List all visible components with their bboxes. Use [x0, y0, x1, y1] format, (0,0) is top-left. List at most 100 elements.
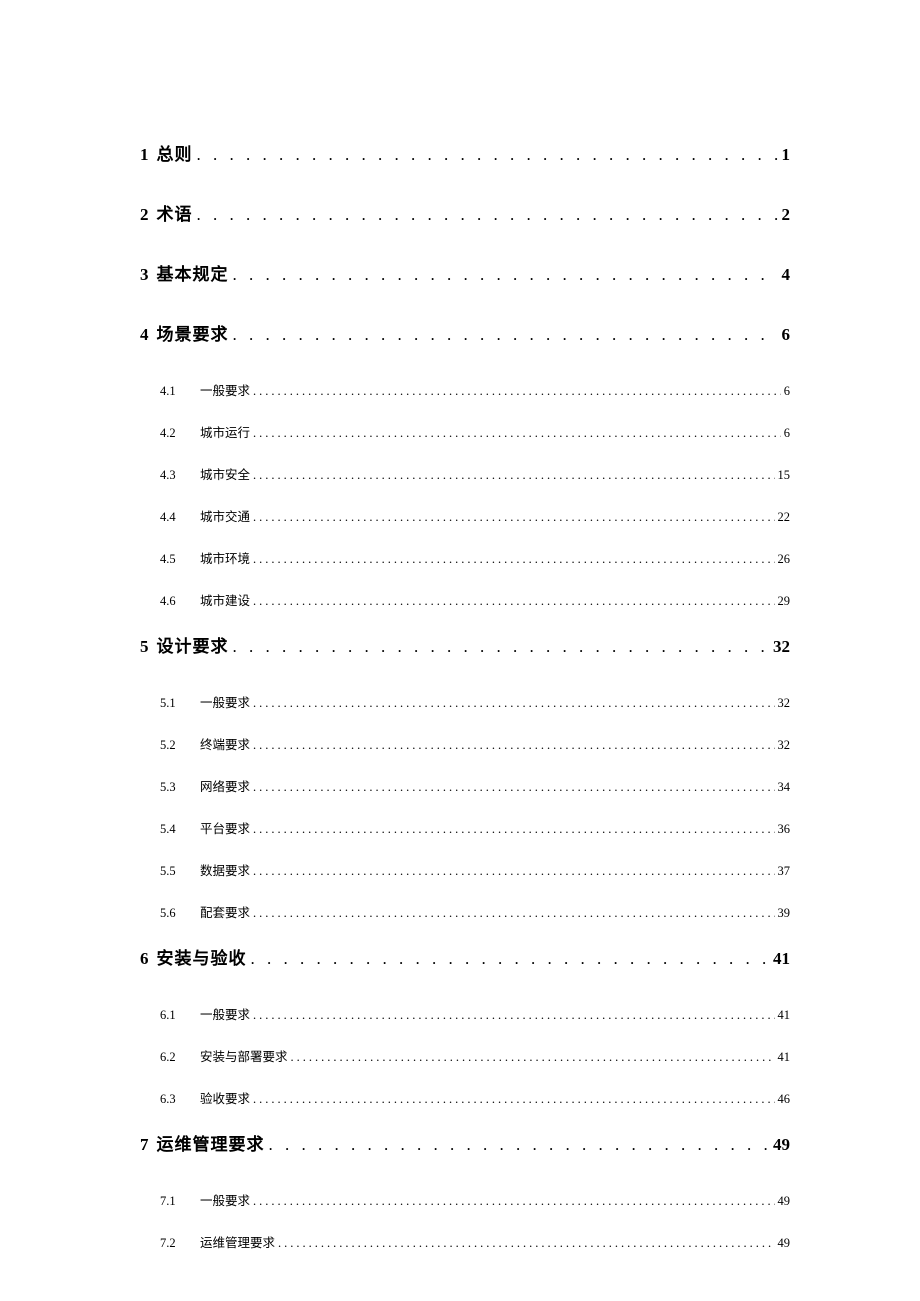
toc-entry-leader: ........................................… — [253, 864, 774, 879]
toc-entry-title: 一般要求 — [200, 1004, 250, 1023]
toc-entry-number: 3 — [140, 265, 149, 285]
toc-entry-page: 32 — [773, 637, 790, 657]
toc-entry-page: 34 — [778, 780, 791, 795]
toc-entry-title: 一般要求 — [200, 692, 250, 711]
toc-entry-number: 5.2 — [160, 738, 200, 753]
toc-entry-leader: . . . . . . . . . . . . . . . . . . . . … — [269, 1135, 770, 1155]
toc-entry-level1: 1 总则. . . . . . . . . . . . . . . . . . .… — [140, 140, 790, 165]
toc-entry-level2: 5.5数据要求.................................… — [140, 860, 790, 879]
toc-entry-number: 4.4 — [160, 510, 200, 525]
toc-entry-number: 5.5 — [160, 864, 200, 879]
toc-entry-level2: 5.3网络要求.................................… — [140, 776, 790, 795]
toc-entry-page: 46 — [778, 1092, 791, 1107]
toc-subsection-group: 5.1一般要求.................................… — [140, 692, 790, 921]
toc-entry-page: 22 — [778, 510, 791, 525]
toc-entry-number: 6.2 — [160, 1050, 200, 1065]
toc-entry-title: 数据要求 — [200, 860, 250, 879]
toc-entry-leader: ........................................… — [291, 1050, 775, 1065]
toc-entry-title: 运维管理要求 — [200, 1232, 275, 1251]
toc-entry-level2: 4.4城市交通.................................… — [140, 506, 790, 525]
toc-entry-level2: 5.6配套要求.................................… — [140, 902, 790, 921]
toc-entry-leader: ........................................… — [253, 510, 774, 525]
toc-entry-leader: . . . . . . . . . . . . . . . . . . . . … — [197, 205, 778, 225]
toc-entry-number: 5.4 — [160, 822, 200, 837]
toc-entry-page: 49 — [778, 1194, 791, 1209]
toc-entry-leader: ........................................… — [278, 1236, 774, 1251]
toc-entry-title: 总则 — [157, 140, 193, 165]
toc-entry-page: 37 — [778, 864, 791, 879]
toc-entry-number: 2 — [140, 205, 149, 225]
toc-entry-level1: 3基本规定. . . . . . . . . . . . . . . . . .… — [140, 260, 790, 285]
toc-entry-number: 6 — [140, 949, 149, 969]
toc-entry-title: 场景要求 — [157, 320, 229, 345]
toc-entry-page: 32 — [778, 738, 791, 753]
toc-entry-page: 36 — [778, 822, 791, 837]
toc-entry-page: 1 — [782, 145, 791, 165]
toc-entry-level2: 4.1一般要求.................................… — [140, 380, 790, 399]
toc-entry-title: 基本规定 — [157, 260, 229, 285]
toc-entry-page: 4 — [782, 265, 791, 285]
toc-entry-level2: 4.6城市建设.................................… — [140, 590, 790, 609]
toc-entry-title: 安装与验收 — [157, 944, 247, 969]
toc-entry-number: 1 — [140, 145, 149, 165]
toc-entry-title: 城市建设 — [200, 590, 250, 609]
toc-entry-leader: ........................................… — [253, 552, 774, 567]
toc-entry-title: 运维管理要求 — [157, 1130, 265, 1155]
toc-entry-title: 安装与部署要求 — [200, 1046, 288, 1065]
toc-entry-page: 49 — [773, 1135, 790, 1155]
toc-entry-number: 7 — [140, 1135, 149, 1155]
toc-entry-leader: ........................................… — [253, 1008, 774, 1023]
toc-entry-level2: 4.3城市安全.................................… — [140, 464, 790, 483]
toc-subsection-group: 6.1一般要求.................................… — [140, 1004, 790, 1107]
toc-entry-page: 29 — [778, 594, 791, 609]
toc-entry-level1: 5设计要求. . . . . . . . . . . . . . . . . .… — [140, 632, 790, 657]
toc-entry-level1: 2 术语. . . . . . . . . . . . . . . . . . .… — [140, 200, 790, 225]
toc-subsection-group: 4.1一般要求.................................… — [140, 380, 790, 609]
toc-entry-page: 32 — [778, 696, 791, 711]
toc-entry-title: 城市安全 — [200, 464, 250, 483]
toc-entry-level1: 7 运维管理要求. . . . . . . . . . . . . . . . .… — [140, 1130, 790, 1155]
toc-entry-level1: 4场景要求. . . . . . . . . . . . . . . . . .… — [140, 320, 790, 345]
toc-entry-leader: ........................................… — [253, 426, 781, 441]
toc-entry-title: 平台要求 — [200, 818, 250, 837]
toc-entry-level1: 6 安装与验收. . . . . . . . . . . . . . . . . … — [140, 944, 790, 969]
toc-entry-level2: 6.2安装与部署要求..............................… — [140, 1046, 790, 1065]
toc-entry-title: 验收要求 — [200, 1088, 250, 1107]
toc-subsection-group: 7.1一般要求.................................… — [140, 1190, 790, 1251]
toc-entry-page: 2 — [782, 205, 791, 225]
toc-entry-title: 一般要求 — [200, 1190, 250, 1209]
toc-entry-title: 术语 — [157, 200, 193, 225]
toc-entry-level2: 4.2城市运行.................................… — [140, 422, 790, 441]
toc-entry-title: 城市交通 — [200, 506, 250, 525]
toc-entry-level2: 6.3验收要求.................................… — [140, 1088, 790, 1107]
toc-entry-number: 7.2 — [160, 1236, 200, 1251]
toc-entry-leader: ........................................… — [253, 384, 781, 399]
toc-entry-leader: . . . . . . . . . . . . . . . . . . . . … — [251, 949, 770, 969]
table-of-contents: 1总则. . . . . . . . . . . . . . . . . . .… — [140, 140, 790, 1251]
toc-entry-number: 5.1 — [160, 696, 200, 711]
toc-entry-title: 城市环境 — [200, 548, 250, 567]
toc-entry-title: 配套要求 — [200, 902, 250, 921]
toc-entry-number: 6.1 — [160, 1008, 200, 1023]
toc-entry-level2: 5.4平台要求.................................… — [140, 818, 790, 837]
toc-entry-number: 5.6 — [160, 906, 200, 921]
toc-entry-leader: ........................................… — [253, 594, 774, 609]
toc-entry-number: 4.3 — [160, 468, 200, 483]
toc-entry-level2: 6.1一般要求.................................… — [140, 1004, 790, 1023]
toc-entry-level2: 4.5城市环境.................................… — [140, 548, 790, 567]
toc-entry-level2: 7.2运维管理要求...............................… — [140, 1232, 790, 1251]
toc-entry-number: 4.1 — [160, 384, 200, 399]
toc-entry-page: 41 — [778, 1050, 791, 1065]
toc-entry-title: 一般要求 — [200, 380, 250, 399]
toc-entry-leader: . . . . . . . . . . . . . . . . . . . . … — [233, 325, 778, 345]
toc-entry-title: 设计要求 — [157, 632, 229, 657]
toc-entry-page: 39 — [778, 906, 791, 921]
toc-entry-leader: ........................................… — [253, 1092, 774, 1107]
toc-entry-page: 41 — [778, 1008, 791, 1023]
toc-entry-page: 15 — [778, 468, 791, 483]
toc-entry-leader: . . . . . . . . . . . . . . . . . . . . … — [197, 145, 778, 165]
toc-entry-page: 26 — [778, 552, 791, 567]
toc-entry-leader: ........................................… — [253, 738, 774, 753]
toc-entry-title: 网络要求 — [200, 776, 250, 795]
toc-entry-page: 41 — [773, 949, 790, 969]
